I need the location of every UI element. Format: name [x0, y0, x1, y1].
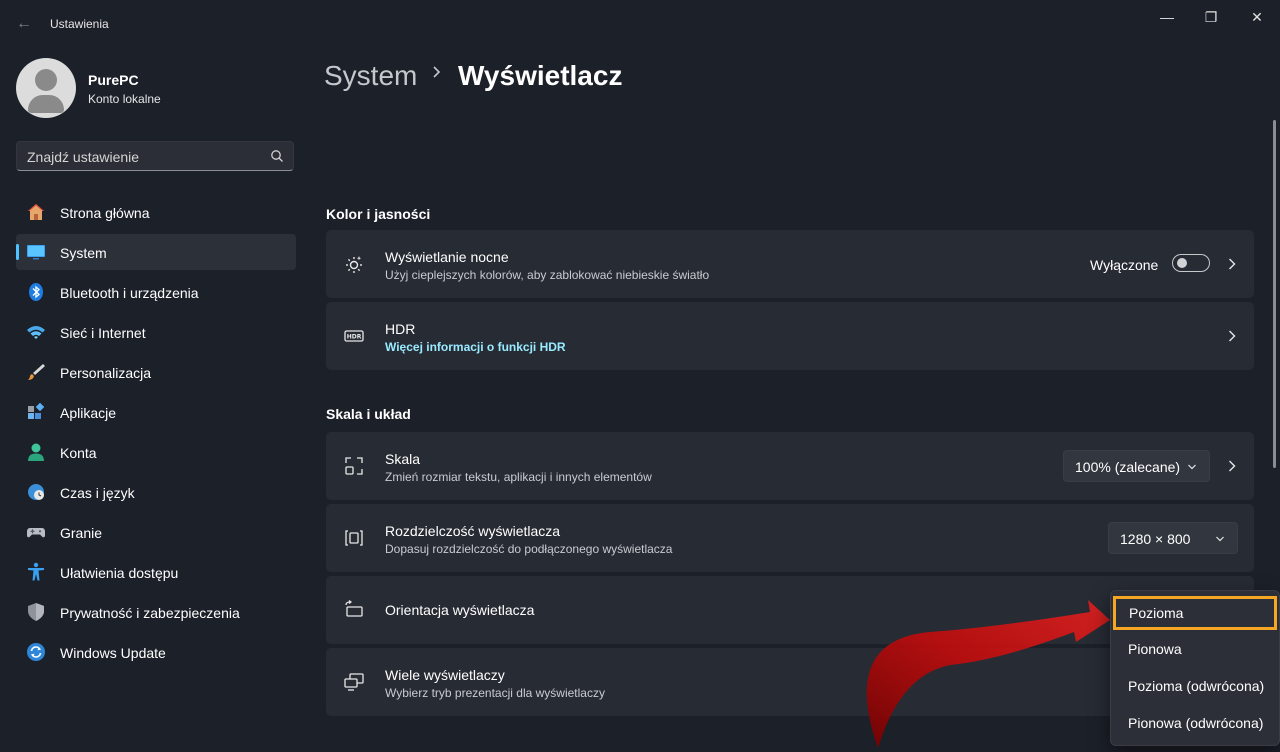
night-light-title: Wyświetlanie nocne — [385, 249, 509, 265]
wifi-icon — [27, 326, 45, 339]
chevron-down-icon — [1216, 536, 1224, 542]
update-icon — [27, 643, 45, 661]
title-bar: ← Ustawienia — ❐ ✕ — [0, 0, 1280, 48]
sidebar-item-time-language[interactable]: Czas i język — [16, 474, 296, 510]
gamepad-icon — [27, 528, 45, 538]
chevron-right-icon[interactable] — [1225, 329, 1239, 343]
orientation-icon — [345, 600, 363, 617]
accessibility-icon — [28, 562, 44, 581]
sidebar-item-label: Prywatność i zabezpieczenia — [60, 605, 240, 621]
account-icon — [28, 443, 44, 461]
sidebar-item-system[interactable]: System — [16, 234, 296, 270]
sidebar-item-accounts[interactable]: Konta — [16, 434, 296, 470]
shield-icon — [28, 603, 44, 621]
bluetooth-icon — [29, 283, 43, 301]
sidebar-item-gaming[interactable]: Granie — [16, 514, 296, 550]
page-title: Wyświetlacz — [458, 60, 623, 91]
home-icon — [28, 204, 44, 220]
night-light-status: Wyłączone — [1090, 257, 1159, 273]
sidebar-item-label: Windows Update — [60, 645, 166, 661]
avatar[interactable] — [16, 58, 76, 118]
sidebar-item-network[interactable]: Sieć i Internet — [16, 314, 296, 350]
resolution-value: 1280 × 800 — [1120, 531, 1191, 547]
scale-card[interactable]: Skala Zmień rozmiar tekstu, aplikacji i … — [326, 432, 1254, 500]
resolution-subtitle: Dopasuj rozdzielczość do podłączonego wy… — [385, 542, 673, 556]
multiple-displays-icon — [344, 673, 364, 691]
menu-item-label: Pionowa — [1128, 641, 1182, 657]
resolution-dropdown[interactable]: 1280 × 800 — [1108, 522, 1238, 554]
sidebar-item-windows-update[interactable]: Windows Update — [16, 634, 296, 670]
section-title-layout: Skala i układ — [326, 406, 411, 422]
sidebar-item-label: Bluetooth i urządzenia — [60, 285, 199, 301]
night-light-card[interactable]: Wyświetlanie nocne Użyj cieplejszych kol… — [326, 230, 1254, 298]
scale-title: Skala — [385, 451, 421, 467]
menu-item-portrait-flipped[interactable]: Pionowa (odwrócona) — [1114, 707, 1274, 739]
resolution-card[interactable]: Rozdzielczość wyświetlacza Dopasuj rozdz… — [326, 504, 1254, 572]
nav-list: Strona główna System Bluetooth i urządze… — [16, 194, 296, 674]
sidebar-item-home[interactable]: Strona główna — [16, 194, 296, 230]
menu-item-label: Pozioma — [1129, 605, 1184, 621]
multiple-displays-title: Wiele wyświetlaczy — [385, 667, 505, 683]
sidebar-item-label: Strona główna — [60, 205, 150, 221]
orientation-title: Orientacja wyświetlacza — [385, 602, 535, 618]
search-icon[interactable] — [269, 148, 285, 164]
sidebar-item-label: Konta — [60, 445, 97, 461]
sidebar-item-label: Aplikacje — [60, 405, 117, 421]
user-name: PurePC — [88, 72, 139, 88]
resolution-icon — [345, 530, 363, 546]
menu-item-landscape[interactable]: Pozioma — [1113, 596, 1277, 630]
apps-icon — [28, 402, 45, 419]
breadcrumb-parent[interactable]: System — [324, 60, 417, 92]
sidebar-item-bluetooth[interactable]: Bluetooth i urządzenia — [16, 274, 296, 310]
sidebar-item-personalization[interactable]: Personalizacja — [16, 354, 296, 390]
section-title-color: Kolor i jasności — [326, 206, 431, 222]
menu-item-label: Pionowa (odwrócona) — [1128, 715, 1264, 731]
sidebar-item-label: System — [60, 245, 107, 261]
menu-item-label: Pozioma (odwrócona) — [1128, 678, 1265, 694]
system-monitor-icon — [27, 245, 45, 260]
sidebar-item-label: Personalizacja — [60, 365, 152, 381]
scrollbar[interactable] — [1273, 120, 1276, 468]
scale-value: 100% (zalecane) — [1075, 459, 1181, 475]
chevron-right-icon[interactable] — [1225, 459, 1239, 473]
hdr-card[interactable]: HDR HDR Więcej informacji o funkcji HDR — [326, 302, 1254, 370]
sidebar-item-label: Sieć i Internet — [60, 325, 146, 341]
hdr-icon: HDR — [344, 330, 364, 342]
search-placeholder: Znajdź ustawienie — [27, 149, 140, 165]
search-input[interactable]: Znajdź ustawienie — [16, 141, 294, 171]
close-button[interactable]: ✕ — [1242, 8, 1272, 26]
brush-icon — [28, 364, 45, 380]
account-type: Konto lokalne — [88, 92, 161, 106]
scale-icon — [345, 457, 363, 475]
hdr-info-link[interactable]: Więcej informacji o funkcji HDR — [385, 340, 566, 354]
sidebar-item-apps[interactable]: Aplikacje — [16, 394, 296, 430]
chevron-down-icon — [1188, 464, 1196, 470]
scale-dropdown[interactable]: 100% (zalecane) — [1063, 450, 1210, 482]
sidebar-item-label: Czas i język — [60, 485, 135, 501]
night-light-toggle[interactable] — [1172, 254, 1210, 272]
hdr-title: HDR — [385, 321, 416, 337]
back-arrow-icon[interactable]: ← — [14, 14, 34, 34]
chevron-right-icon[interactable] — [1225, 257, 1239, 271]
svg-text:HDR: HDR — [347, 334, 362, 341]
scale-subtitle: Zmień rozmiar tekstu, aplikacji i innych… — [385, 470, 652, 484]
sidebar-item-label: Ułatwienia dostępu — [60, 565, 179, 581]
menu-item-landscape-flipped[interactable]: Pozioma (odwrócona) — [1114, 670, 1274, 702]
minimize-button[interactable]: — — [1152, 8, 1182, 26]
chevron-right-icon — [433, 66, 441, 78]
maximize-button[interactable]: ❐ — [1196, 8, 1226, 26]
resolution-title: Rozdzielczość wyświetlacza — [385, 523, 561, 539]
clock-globe-icon — [28, 484, 44, 500]
app-title: Ustawienia — [50, 17, 109, 31]
orientation-dropdown-menu: Pozioma Pionowa Pozioma (odwrócona) Pion… — [1110, 590, 1280, 746]
menu-item-portrait[interactable]: Pionowa — [1114, 633, 1274, 665]
brightness-icon — [346, 256, 362, 273]
sidebar-item-label: Granie — [60, 525, 103, 541]
night-light-subtitle: Użyj cieplejszych kolorów, aby zablokowa… — [385, 268, 710, 282]
toggle-knob — [1177, 258, 1187, 268]
sidebar: PurePC Konto lokalne Znajdź ustawienie S… — [0, 48, 312, 752]
sidebar-item-privacy[interactable]: Prywatność i zabezpieczenia — [16, 594, 296, 630]
multiple-displays-subtitle: Wybierz tryb prezentacji dla wyświetlacz… — [385, 686, 605, 700]
sidebar-item-accessibility[interactable]: Ułatwienia dostępu — [16, 554, 296, 590]
